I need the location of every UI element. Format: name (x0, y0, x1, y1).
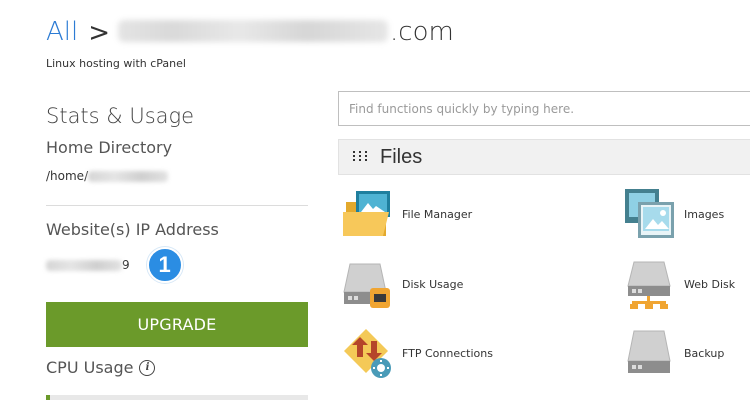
app-ftp-connections[interactable]: FTP Connections (342, 327, 493, 379)
ip-address-suffix: 9 (122, 258, 130, 272)
app-disk-usage[interactable]: Disk Usage (342, 258, 463, 310)
redacted-domain (118, 20, 389, 42)
ip-address-row: 9 1 (46, 247, 308, 283)
search-input[interactable] (338, 91, 750, 126)
home-directory-prefix: /home/ (46, 169, 89, 183)
app-file-manager[interactable]: File Manager (342, 188, 472, 240)
app-web-disk[interactable]: Web Disk (624, 258, 735, 310)
images-icon (624, 188, 676, 240)
redacted-username (88, 170, 169, 182)
disk-usage-icon (342, 258, 394, 310)
app-label: File Manager (402, 207, 473, 221)
divider (46, 205, 308, 206)
ip-address-label: Website(s) IP Address (46, 220, 219, 239)
app-label: Backup (684, 346, 725, 360)
cpu-usage-bar-fill (46, 395, 50, 400)
upgrade-button[interactable]: UPGRADE (46, 302, 308, 347)
app-label: Images (684, 207, 725, 221)
file-manager-icon (342, 188, 394, 240)
breadcrumb-separator: > (88, 18, 111, 48)
step-badge: 1 (146, 247, 183, 283)
stats-panel: Stats & Usage Home Directory /home/ Webs… (46, 100, 308, 377)
files-section-header[interactable]: Files (338, 139, 750, 175)
stats-title: Stats & Usage (46, 104, 195, 128)
grid-drag-icon[interactable] (353, 151, 367, 163)
app-backup[interactable]: Backup (624, 327, 724, 379)
cpu-usage-bar (46, 395, 308, 400)
breadcrumb: All > .com (46, 18, 454, 58)
home-directory-path: /home/ (46, 167, 308, 185)
app-images[interactable]: Images (624, 188, 724, 240)
redacted-ip (46, 259, 122, 271)
cpu-usage-row: CPU Usage i (46, 358, 308, 377)
app-label: Disk Usage (402, 277, 464, 291)
info-icon[interactable]: i (139, 359, 156, 376)
files-section-title: Files (380, 145, 423, 168)
app-label: Web Disk (684, 277, 736, 291)
breadcrumb-all-link[interactable]: All (46, 19, 78, 45)
web-disk-icon (624, 258, 676, 310)
domain-suffix: .com (390, 17, 454, 47)
home-directory-label: Home Directory (46, 138, 173, 157)
app-label: FTP Connections (402, 346, 493, 360)
ftp-connections-icon (342, 327, 394, 379)
backup-icon (624, 327, 676, 379)
cpu-usage-label: CPU Usage (46, 358, 134, 377)
hosting-subtitle: Linux hosting with cPanel (46, 57, 186, 70)
